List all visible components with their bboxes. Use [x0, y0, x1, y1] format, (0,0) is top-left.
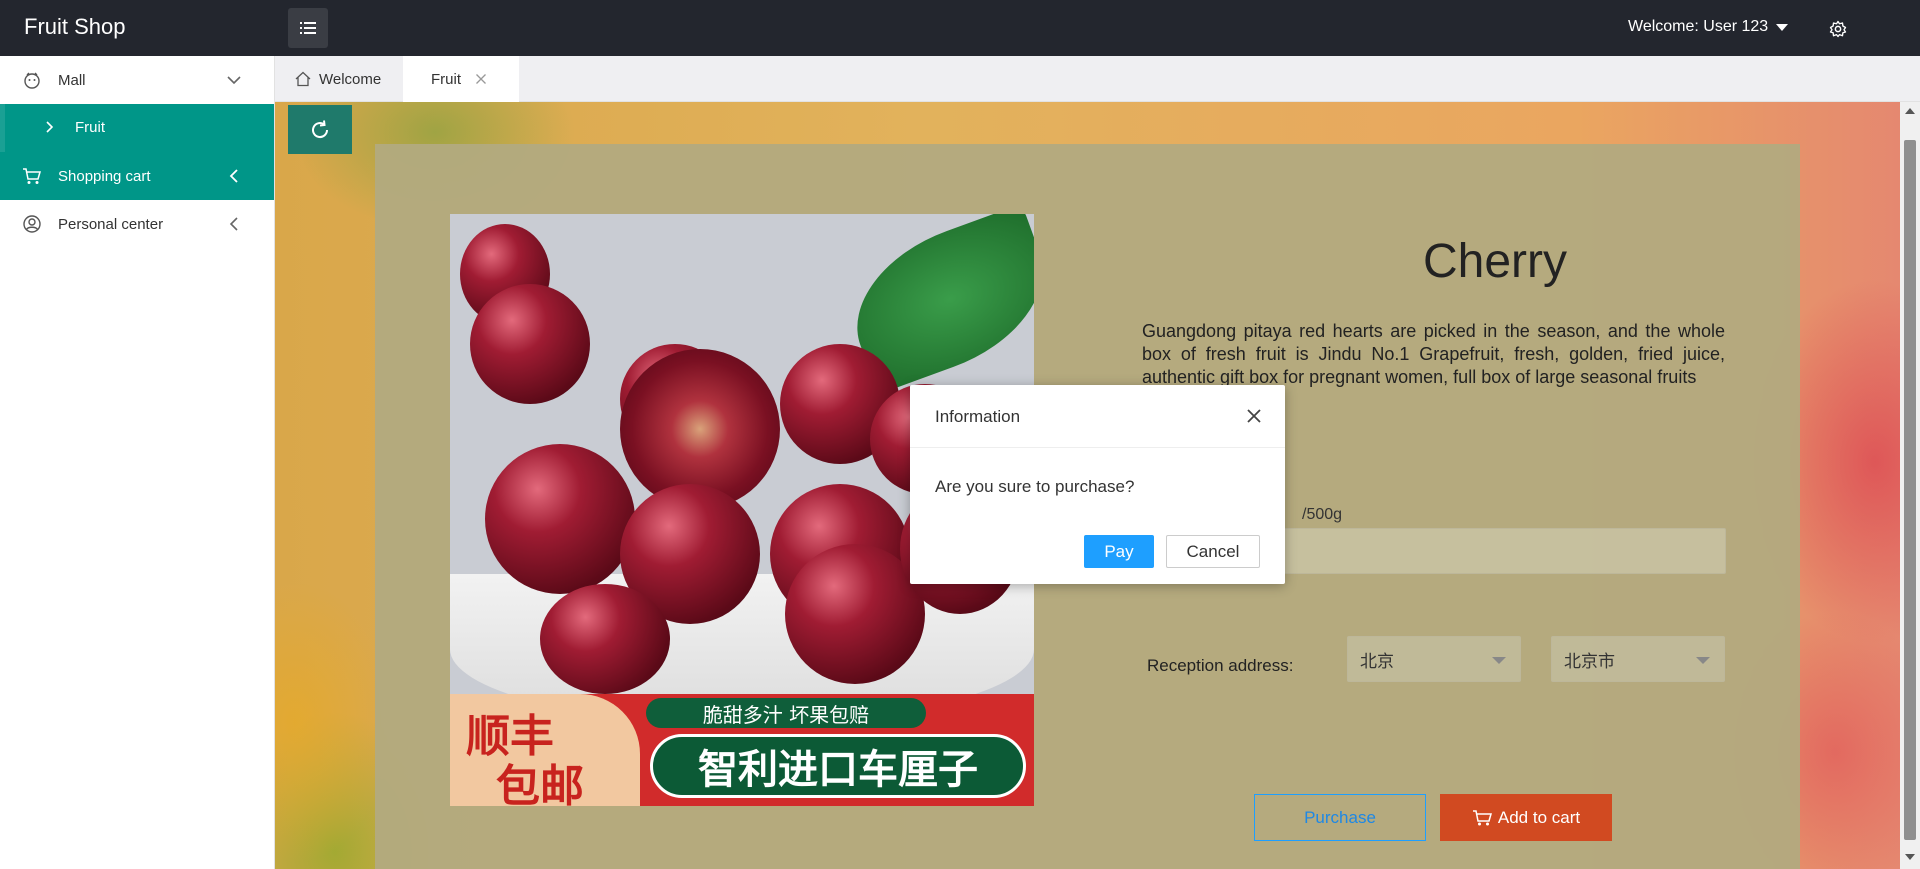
product-description: Guangdong pitaya red hearts are picked i… [1142, 321, 1725, 387]
add-to-cart-button[interactable]: Add to cart [1440, 794, 1612, 841]
chevron-left-icon [229, 217, 238, 231]
sidebar-item-label: Personal center [58, 215, 164, 233]
top-header: Fruit Shop Welcome: User 123 [0, 0, 1920, 56]
scroll-down-arrow-icon[interactable] [1905, 854, 1915, 860]
close-icon[interactable] [475, 73, 487, 85]
close-icon[interactable] [1245, 407, 1263, 425]
banner-headline: 智利进口车厘子 [650, 734, 1026, 798]
sidebar-item-mall[interactable]: Mall [0, 56, 274, 104]
sidebar-item-label: Fruit [75, 119, 105, 136]
confirm-dialog: Information Are you sure to purchase? Pa… [910, 385, 1285, 584]
purchase-button[interactable]: Purchase [1254, 794, 1426, 841]
vertical-scrollbar[interactable] [1900, 102, 1920, 869]
province-value: 北京 [1360, 651, 1394, 672]
refresh-button[interactable] [288, 105, 352, 154]
purchase-label: Purchase [1304, 807, 1376, 827]
cherry-decoration [470, 284, 590, 404]
cherry-decoration [540, 584, 670, 694]
banner-left-panel: 顺丰 包邮 [450, 694, 640, 806]
caret-down-icon [1776, 23, 1789, 31]
chevron-right-icon [46, 121, 54, 133]
user-circle-icon [23, 215, 41, 233]
sidebar: Mall Fruit Shopping cart Personal center [0, 56, 275, 869]
pay-label: Pay [1104, 541, 1134, 561]
cherry-decoration [485, 444, 635, 594]
caret-down-icon [1696, 657, 1710, 664]
scroll-up-arrow-icon[interactable] [1905, 108, 1915, 114]
dialog-header: Information [910, 385, 1285, 448]
add-to-cart-label: Add to cart [1497, 807, 1581, 827]
settings-button[interactable] [1826, 17, 1850, 41]
app-logo: Fruit Shop [24, 14, 126, 39]
product-unit: /500g [1302, 506, 1343, 523]
sidebar-item-label: Shopping cart [58, 167, 151, 185]
province-select[interactable]: 北京 [1347, 636, 1521, 682]
list-icon [300, 22, 316, 34]
city-value: 北京市 [1564, 651, 1615, 672]
banner-tagline: 脆甜多汁 坏果包赔 [646, 698, 926, 728]
dialog-message: Are you sure to purchase? [935, 477, 1135, 496]
chevron-down-icon [227, 76, 241, 85]
cart-icon [23, 168, 41, 184]
chevron-left-icon [229, 169, 238, 183]
promo-banner: 顺丰 包邮 脆甜多汁 坏果包赔 智利进口车厘子 [450, 694, 1034, 806]
cancel-label: Cancel [1186, 541, 1240, 561]
tab-label: Fruit [431, 70, 461, 88]
sidebar-item-shopping-cart[interactable]: Shopping cart [0, 152, 274, 200]
tab-fruit[interactable]: Fruit [403, 56, 519, 102]
refresh-icon [312, 119, 329, 138]
welcome-text: Welcome: User 123 [1628, 18, 1769, 35]
cancel-button[interactable]: Cancel [1166, 535, 1260, 568]
face-icon [24, 72, 40, 89]
sidebar-item-fruit[interactable]: Fruit [0, 104, 274, 152]
menu-toggle-button[interactable] [288, 8, 328, 48]
user-menu[interactable]: Welcome: User 123 [1628, 18, 1789, 36]
banner-text: 包邮 [496, 761, 584, 806]
product-title: Cherry [1422, 235, 1568, 288]
sidebar-item-personal-center[interactable]: Personal center [0, 200, 274, 248]
address-label: Reception address: [1147, 656, 1294, 675]
pay-button[interactable]: Pay [1084, 535, 1154, 568]
sidebar-item-label: Mall [58, 71, 86, 89]
dialog-title: Information [935, 407, 1021, 426]
tab-bar: Welcome Fruit [275, 56, 1920, 102]
scroll-thumb[interactable] [1904, 140, 1916, 840]
tab-welcome[interactable]: Welcome [295, 56, 381, 102]
city-select[interactable]: 北京市 [1551, 636, 1725, 682]
cart-icon [1472, 809, 1492, 825]
home-icon [295, 71, 311, 87]
gear-icon [1829, 20, 1847, 38]
caret-down-icon [1492, 657, 1506, 664]
tab-label: Welcome [319, 70, 382, 88]
